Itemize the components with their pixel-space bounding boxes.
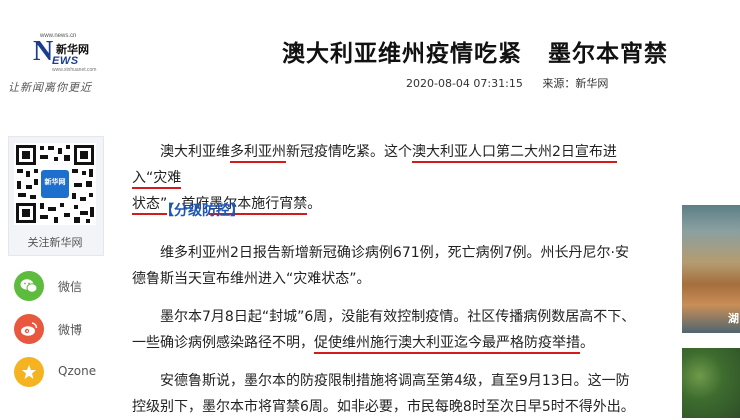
- publish-datetime: 2020-08-04 07:31:15: [406, 77, 523, 90]
- article-paragraph-3: 墨尔本7月8日起“封城”6周，没能有效控制疫情。社区传播病例数居高不下、一些确诊…: [132, 304, 640, 356]
- article-paragraph-4: 安德鲁斯说，墨尔本的防疫限制措施将调高至第4级，直至9月13日。这一防控级别下，…: [132, 373, 635, 415]
- qzone-icon: [14, 357, 44, 387]
- logo-letter[interactable]: N: [33, 38, 53, 66]
- logo-slogan: 让新闻离你更近: [8, 81, 92, 94]
- share-weibo[interactable]: 微博: [14, 314, 134, 344]
- share-wechat[interactable]: 微信: [14, 271, 134, 301]
- qr-caption: 关注新华网: [27, 236, 83, 249]
- qr-badge: 新华网: [44, 178, 66, 186]
- weibo-icon: [14, 314, 44, 344]
- article-paragraph-2: 维多利亚州2日报告新增新冠确诊病例671例，死亡病例7例。州长丹尼尔·安德鲁斯当…: [132, 245, 629, 287]
- title-part-1: 澳大利亚维州疫情吃紧: [282, 41, 522, 67]
- highlight-underline: 促使维州施行澳大利亚迄今最严格防疫举措: [314, 335, 580, 354]
- share-qzone[interactable]: Qzone: [14, 357, 134, 387]
- related-image-2[interactable]: [682, 348, 740, 418]
- section-heading: 【分级防控】: [160, 203, 244, 219]
- article-source: 来源：新华网: [542, 77, 609, 90]
- page-title: 澳大利亚维州疫情吃紧 墨尔本宵禁: [282, 34, 668, 68]
- logo-brand-ews: EWS: [52, 55, 79, 67]
- related-image-1-caption[interactable]: 湖: [728, 310, 739, 326]
- share-weibo-label: 微博: [58, 323, 83, 337]
- wechat-icon: [14, 271, 44, 301]
- title-part-2: 墨尔本宵禁: [548, 41, 668, 67]
- share-wechat-label: 微信: [58, 280, 83, 294]
- article-meta: 2020-08-04 07:31:15 来源：新华网: [406, 75, 624, 91]
- logo-sub-url: www.xinhuanet.com: [52, 67, 97, 73]
- share-qzone-label: Qzone: [58, 364, 97, 378]
- highlight-underline: 多利亚州: [230, 144, 286, 163]
